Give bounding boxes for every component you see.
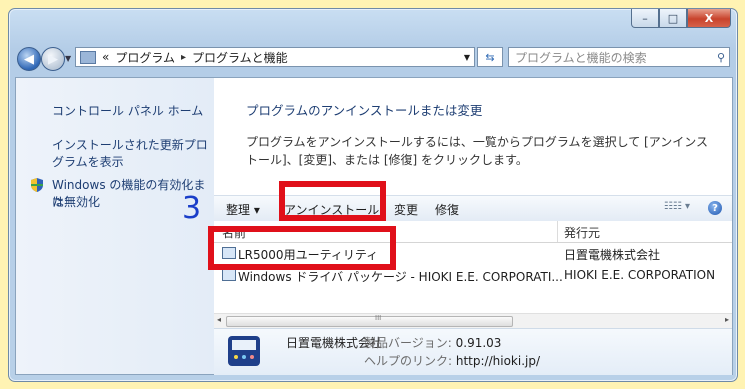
- minimize-button[interactable]: –: [631, 9, 659, 28]
- refresh-button[interactable]: ⇆: [477, 47, 503, 67]
- horizontal-scrollbar[interactable]: ◂ III ▸: [214, 313, 732, 328]
- view-options-icon[interactable]: ☷☷ ▾: [664, 201, 690, 212]
- device-icon: [228, 336, 260, 366]
- sidebar-item-control-panel-home[interactable]: コントロール パネル ホーム: [52, 103, 203, 120]
- sidebar-item-installed-updates[interactable]: インストールされた更新プロ: [52, 137, 208, 154]
- selected-program-highlight-box: [208, 226, 396, 270]
- step-number: 3: [182, 191, 202, 226]
- control-panel-icon: [80, 50, 96, 64]
- back-button[interactable]: ◀: [17, 47, 41, 71]
- scrollbar-grip-icon: III: [375, 314, 382, 322]
- scrollbar-thumb[interactable]: III: [226, 314, 513, 327]
- page-title: プログラムのアンインストールまたは変更: [246, 103, 483, 118]
- program-publisher: HIOKI E.E. CORPORATION: [564, 268, 716, 282]
- column-header-publisher[interactable]: 発行元: [564, 224, 600, 241]
- uninstall-highlight-box: [279, 181, 386, 221]
- recent-pages-chevron-icon[interactable]: ▼: [65, 54, 71, 63]
- search-icon[interactable]: ⚲: [717, 51, 725, 64]
- details-version: 製品バージョン: 0.91.03: [364, 334, 501, 351]
- details-pane: 日置電機株式会社 製品バージョン: 0.91.03 ヘルプのリンク: http:…: [214, 328, 732, 375]
- search-placeholder: プログラムと機能の検索: [515, 50, 647, 65]
- maximize-button[interactable]: □: [659, 9, 687, 28]
- breadcrumb-overflow[interactable]: «: [102, 50, 109, 64]
- change-button[interactable]: 変更: [394, 201, 418, 218]
- repair-button[interactable]: 修復: [435, 201, 459, 218]
- sidebar-item-installed-updates-line2[interactable]: グラムを表示: [52, 154, 124, 171]
- breadcrumb-programs-and-features[interactable]: プログラムと機能: [192, 49, 288, 66]
- help-link-label: ヘルプのリンク:: [364, 354, 453, 368]
- description-line: トール]、[変更]、または [修復] をクリックします。: [246, 153, 528, 167]
- search-input[interactable]: プログラムと機能の検索 ⚲: [508, 47, 730, 67]
- sidebar-item-windows-features-line2[interactable]: は無効化: [52, 194, 100, 211]
- help-icon[interactable]: ?: [708, 201, 722, 215]
- scroll-right-icon[interactable]: ▸: [725, 315, 729, 324]
- details-help-link: ヘルプのリンク: http://hioki.jp/: [364, 352, 540, 369]
- description-line: プログラムをアンインストールするには、一覧からプログラムを選択して [アンインス: [246, 135, 708, 149]
- column-divider[interactable]: [557, 221, 558, 242]
- program-icon: [222, 269, 236, 281]
- organize-button[interactable]: 整理 ▾: [226, 201, 260, 218]
- forward-button[interactable]: ▶: [41, 47, 65, 71]
- version-label: 製品バージョン:: [364, 336, 452, 350]
- caption-buttons: – □ X: [631, 9, 731, 28]
- breadcrumb-separator-icon[interactable]: ▸: [181, 52, 186, 63]
- help-link-value[interactable]: http://hioki.jp/: [456, 354, 540, 368]
- sidebar: コントロール パネル ホーム インストールされた更新プロ グラムを表示 Wind…: [16, 78, 214, 374]
- program-publisher: 日置電機株式会社: [564, 248, 661, 262]
- page-description: プログラムをアンインストールするには、一覧からプログラムを選択して [アンインス…: [246, 133, 716, 169]
- breadcrumb[interactable]: « プログラム ▸ プログラムと機能 ▼: [75, 47, 475, 67]
- program-name: Windows ドライバ パッケージ - HIOKI E.E. CORPORAT…: [238, 270, 563, 284]
- shield-icon: [31, 178, 43, 192]
- address-dropdown-icon[interactable]: ▼: [464, 53, 470, 62]
- close-button[interactable]: X: [687, 9, 731, 28]
- version-value: 0.91.03: [455, 336, 502, 350]
- scroll-left-icon[interactable]: ◂: [217, 315, 221, 324]
- breadcrumb-programs[interactable]: プログラム: [115, 49, 175, 66]
- address-bar: ◀ ▶ ▼ « プログラム ▸ プログラムと機能 ▼ ⇆ プログラムと機能の検索…: [15, 45, 731, 71]
